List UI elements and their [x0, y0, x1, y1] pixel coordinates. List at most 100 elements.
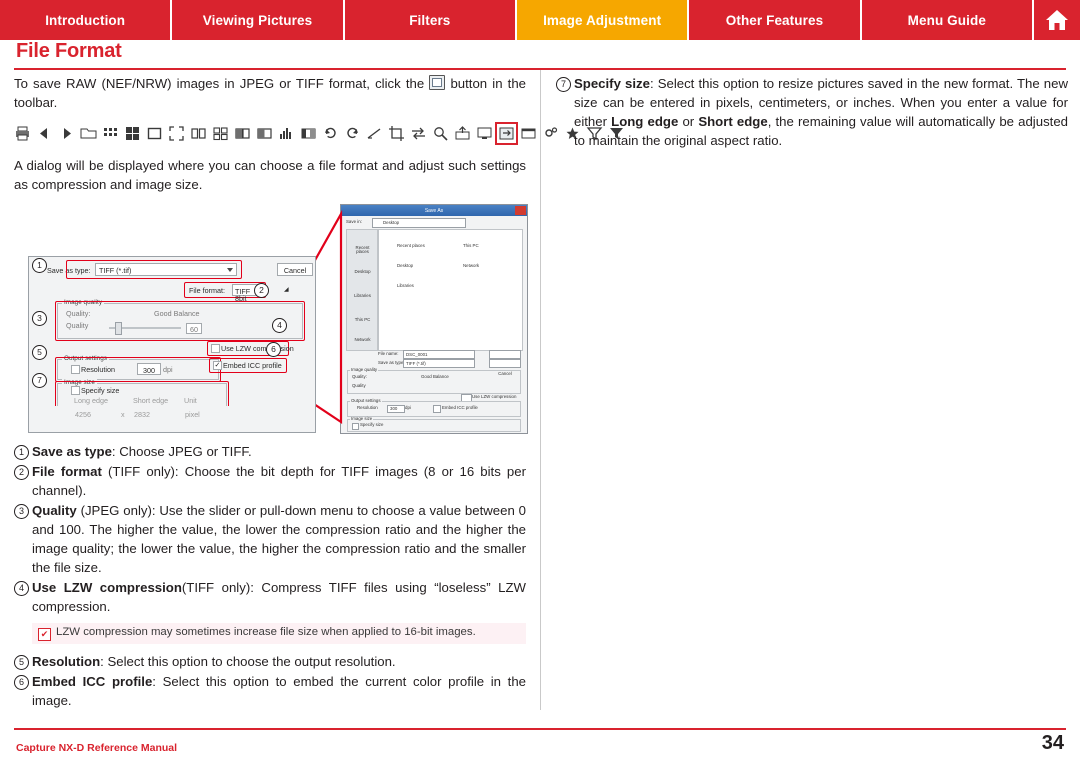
- step-text: Use LZW compression(TIFF only): Compress…: [32, 580, 526, 614]
- embed-icc-checkbox[interactable]: ✓: [213, 361, 222, 370]
- zoom-icon[interactable]: [432, 125, 449, 142]
- list-item: 1 Save as type: Choose JPEG or TIFF.: [14, 442, 526, 461]
- four-up-icon[interactable]: [212, 125, 229, 142]
- tab-image-adjustment[interactable]: Image Adjustment: [516, 0, 690, 40]
- compare-icon[interactable]: [234, 125, 251, 142]
- highlight-save-as-type: [66, 260, 242, 279]
- intro-paragraph: To save RAW (NEF/NRW) images in JPEG or …: [14, 74, 526, 112]
- image-size-values-row: 4256 x 2832 pixel: [28, 406, 316, 433]
- crop-icon[interactable]: [388, 125, 405, 142]
- file-format-label: File format:: [189, 286, 225, 295]
- tab-label: Image Adjustment: [543, 12, 662, 28]
- step-list-continued: 5 Resolution: Select this option to choos…: [14, 652, 526, 710]
- single-image-icon[interactable]: [146, 125, 163, 142]
- home-icon: [1044, 8, 1070, 32]
- save-as-dialog-figure: Save As Save in: Desktop Recent places D…: [14, 204, 528, 434]
- convert-files-icon[interactable]: [495, 121, 518, 145]
- right-column: 7 Specify size: Select this option to re…: [556, 74, 1068, 150]
- callout-6: 6: [266, 342, 281, 357]
- transfer-icon[interactable]: [410, 125, 427, 142]
- page-title: File Format: [16, 40, 122, 62]
- list-item: 6 Embed ICC profile: Select this option t…: [14, 672, 526, 710]
- checkmark-note-icon: ✔: [38, 628, 51, 641]
- tab-label: Introduction: [45, 12, 126, 28]
- display-icon[interactable]: [476, 125, 493, 142]
- rotate-left-icon[interactable]: [322, 125, 339, 142]
- step-list: 1 Save as type: Choose JPEG or TIFF. 2 Fil…: [14, 442, 526, 616]
- intro-text-a: To save RAW (NEF/NRW) images in JPEG or …: [14, 76, 430, 91]
- list-item: 4 Use LZW compression(TIFF only): Compres…: [14, 578, 526, 616]
- step-number: 2: [14, 464, 29, 480]
- toolbar-strip: [14, 121, 623, 145]
- multiply-symbol: x: [121, 410, 125, 419]
- tab-menu-guide[interactable]: Menu Guide: [861, 0, 1034, 40]
- levels-icon[interactable]: [300, 125, 317, 142]
- top-tab-bar: Introduction Viewing Pictures Filters Im…: [0, 0, 1080, 40]
- convert-files-icon: [429, 75, 446, 90]
- tab-label: Viewing Pictures: [202, 12, 313, 28]
- step-number: 3: [14, 503, 29, 519]
- print-icon[interactable]: [14, 125, 31, 142]
- list-item: 2 File format (TIFF only): Choose the bit…: [14, 462, 526, 500]
- two-up-icon[interactable]: [190, 125, 207, 142]
- dialog-paragraph: A dialog will be displayed where you can…: [14, 158, 526, 192]
- step-text: Quality (JPEG only): Use the slider or p…: [32, 503, 526, 575]
- callout-3: 3: [32, 311, 47, 326]
- home-button[interactable]: [1033, 0, 1080, 40]
- long-edge-value: 4256: [75, 410, 91, 419]
- unit-value: pixel: [185, 410, 200, 419]
- open-folder-icon[interactable]: [80, 125, 97, 142]
- checkmark-icon: ✓: [214, 362, 221, 369]
- highlight-quality: [55, 301, 305, 341]
- note-text: LZW compression may sometimes increase f…: [56, 626, 476, 638]
- fullscreen-icon[interactable]: [168, 125, 185, 142]
- step-text: File format (TIFF only): Choose the bit …: [32, 464, 526, 498]
- export-icon[interactable]: [454, 125, 471, 142]
- tab-viewing-pictures[interactable]: Viewing Pictures: [172, 0, 345, 40]
- straighten-icon[interactable]: [366, 125, 383, 142]
- note-box: ✔ LZW compression may sometimes increase…: [32, 623, 526, 644]
- step-number: 7: [556, 76, 571, 92]
- lzw-checkbox[interactable]: [211, 344, 220, 353]
- step-text: Resolution: Select this option to choose…: [32, 654, 396, 669]
- step-7: 7 Specify size: Select this option to re…: [556, 74, 1068, 150]
- window-display-icon[interactable]: [520, 125, 537, 142]
- tab-label: Filters: [409, 12, 451, 28]
- step-text: Specify size: Select this option to resi…: [574, 76, 1068, 148]
- footer-text: Capture NX-D Reference Manual: [16, 742, 178, 754]
- left-column: To save RAW (NEF/NRW) images in JPEG or …: [14, 74, 623, 711]
- step-number: 1: [14, 444, 29, 460]
- grid-view-icon[interactable]: [102, 125, 119, 142]
- callout-7: 7: [32, 373, 47, 388]
- rotate-right-icon[interactable]: [344, 125, 361, 142]
- footer-divider: [14, 728, 1066, 730]
- page-number: 34: [1041, 732, 1064, 754]
- callout-5: 5: [32, 345, 47, 360]
- step-number: 6: [14, 674, 29, 690]
- list-item: 5 Resolution: Select this option to choos…: [14, 652, 526, 671]
- column-divider: [540, 70, 541, 710]
- embed-icc-label: Embed ICC profile: [223, 361, 282, 370]
- lzw-label: Use LZW compression: [221, 344, 294, 353]
- step-number: 5: [14, 654, 29, 670]
- tab-other-features[interactable]: Other Features: [689, 0, 862, 40]
- histogram-icon[interactable]: [278, 125, 295, 142]
- tab-label: Other Features: [725, 12, 824, 28]
- tab-filters[interactable]: Filters: [344, 0, 517, 40]
- thumbnail-grid-icon[interactable]: [124, 125, 141, 142]
- short-edge-value: 2832: [134, 410, 150, 419]
- file-format-hint: ◢: [284, 287, 289, 293]
- back-arrow-icon[interactable]: [36, 125, 53, 142]
- cancel-button[interactable]: Cancel: [277, 263, 313, 276]
- forward-arrow-icon[interactable]: [58, 125, 75, 142]
- before-after-icon[interactable]: [256, 125, 273, 142]
- step-text: Embed ICC profile: Select this option to…: [32, 674, 526, 708]
- step-text: Save as type: Choose JPEG or TIFF.: [32, 444, 252, 459]
- step-number: 4: [14, 580, 29, 596]
- callout-2: 2: [254, 283, 269, 298]
- tab-introduction[interactable]: Introduction: [0, 0, 173, 40]
- save-as-dialog-zoom: Save as type: TIFF (*.tif) Cancel File f…: [28, 256, 316, 423]
- list-item: 3 Quality (JPEG only): Use the slider or …: [14, 501, 526, 577]
- tab-label: Menu Guide: [907, 12, 986, 28]
- callout-1: 1: [32, 258, 47, 273]
